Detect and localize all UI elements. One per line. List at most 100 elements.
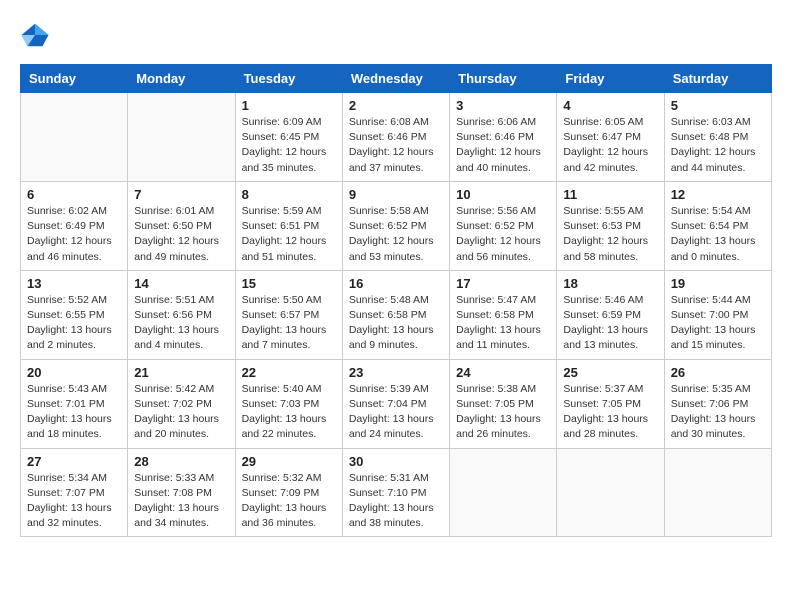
day-number: 13: [27, 276, 121, 291]
day-cell: 24 Sunrise: 5:38 AMSunset: 7:05 PMDayligh…: [450, 359, 557, 448]
day-number: 22: [242, 365, 336, 380]
day-number: 8: [242, 187, 336, 202]
logo: [20, 20, 54, 50]
day-number: 18: [563, 276, 657, 291]
day-cell: 20Sunrise: 5:43 AMSunset: 7:01 PMDayligh…: [21, 359, 128, 448]
day-number: 14: [134, 276, 228, 291]
day-cell: 19 Sunrise: 5:44 AMSunset: 7:00 PMDayligh…: [664, 270, 771, 359]
day-number: 6: [27, 187, 121, 202]
logo-icon: [20, 20, 50, 50]
day-info: Sunrise: 5:47 AMSunset: 6:58 PMDaylight:…: [456, 293, 550, 354]
day-number: 1: [242, 98, 336, 113]
day-number: 27: [27, 454, 121, 469]
day-cell: 28 Sunrise: 5:33 AMSunset: 7:08 PMDayligh…: [128, 448, 235, 537]
day-info: Sunrise: 5:46 AMSunset: 6:59 PMDaylight:…: [563, 293, 657, 354]
day-info: Sunrise: 5:59 AMSunset: 6:51 PMDaylight:…: [242, 204, 336, 265]
day-info: Sunrise: 5:33 AMSunset: 7:08 PMDaylight:…: [134, 471, 228, 532]
week-row-3: 13Sunrise: 5:52 AMSunset: 6:55 PMDayligh…: [21, 270, 772, 359]
week-row-4: 20Sunrise: 5:43 AMSunset: 7:01 PMDayligh…: [21, 359, 772, 448]
day-cell: 26 Sunrise: 5:35 AMSunset: 7:06 PMDayligh…: [664, 359, 771, 448]
day-info: Sunrise: 5:58 AMSunset: 6:52 PMDaylight:…: [349, 204, 443, 265]
day-info: Sunrise: 5:43 AMSunset: 7:01 PMDaylight:…: [27, 382, 121, 443]
day-number: 29: [242, 454, 336, 469]
day-cell: 17 Sunrise: 5:47 AMSunset: 6:58 PMDayligh…: [450, 270, 557, 359]
weekday-header-row: SundayMondayTuesdayWednesdayThursdayFrid…: [21, 65, 772, 93]
day-number: 28: [134, 454, 228, 469]
page: SundayMondayTuesdayWednesdayThursdayFrid…: [0, 0, 792, 557]
week-row-2: 6 Sunrise: 6:02 AMSunset: 6:49 PMDaylight…: [21, 181, 772, 270]
day-cell: [128, 93, 235, 182]
day-cell: 21 Sunrise: 5:42 AMSunset: 7:02 PMDayligh…: [128, 359, 235, 448]
day-cell: 29 Sunrise: 5:32 AMSunset: 7:09 PMDayligh…: [235, 448, 342, 537]
day-cell: 25 Sunrise: 5:37 AMSunset: 7:05 PMDayligh…: [557, 359, 664, 448]
day-number: 25: [563, 365, 657, 380]
day-number: 12: [671, 187, 765, 202]
day-number: 26: [671, 365, 765, 380]
day-cell: [450, 448, 557, 537]
day-cell: 16 Sunrise: 5:48 AMSunset: 6:58 PMDayligh…: [342, 270, 449, 359]
day-cell: 14Sunrise: 5:51 AMSunset: 6:56 PMDayligh…: [128, 270, 235, 359]
day-number: 30: [349, 454, 443, 469]
day-cell: 30 Sunrise: 5:31 AMSunset: 7:10 PMDayligh…: [342, 448, 449, 537]
day-info: Sunrise: 5:54 AMSunset: 6:54 PMDaylight:…: [671, 204, 765, 265]
day-cell: 11Sunrise: 5:55 AMSunset: 6:53 PMDayligh…: [557, 181, 664, 270]
day-info: Sunrise: 5:37 AMSunset: 7:05 PMDaylight:…: [563, 382, 657, 443]
day-number: 19: [671, 276, 765, 291]
day-number: 2: [349, 98, 443, 113]
day-number: 3: [456, 98, 550, 113]
weekday-header-saturday: Saturday: [664, 65, 771, 93]
weekday-header-wednesday: Wednesday: [342, 65, 449, 93]
day-number: 24: [456, 365, 550, 380]
day-info: Sunrise: 5:56 AMSunset: 6:52 PMDaylight:…: [456, 204, 550, 265]
day-cell: 12 Sunrise: 5:54 AMSunset: 6:54 PMDayligh…: [664, 181, 771, 270]
day-info: Sunrise: 6:08 AMSunset: 6:46 PMDaylight:…: [349, 115, 443, 176]
day-info: Sunrise: 5:39 AMSunset: 7:04 PMDaylight:…: [349, 382, 443, 443]
day-info: Sunrise: 5:31 AMSunset: 7:10 PMDaylight:…: [349, 471, 443, 532]
day-info: Sunrise: 6:06 AMSunset: 6:46 PMDaylight:…: [456, 115, 550, 176]
day-cell: 27 Sunrise: 5:34 AMSunset: 7:07 PMDayligh…: [21, 448, 128, 537]
day-number: 16: [349, 276, 443, 291]
day-info: Sunrise: 6:02 AMSunset: 6:49 PMDaylight:…: [27, 204, 121, 265]
weekday-header-friday: Friday: [557, 65, 664, 93]
day-info: Sunrise: 5:38 AMSunset: 7:05 PMDaylight:…: [456, 382, 550, 443]
day-cell: 7Sunrise: 6:01 AMSunset: 6:50 PMDaylight…: [128, 181, 235, 270]
day-cell: 1 Sunrise: 6:09 AMSunset: 6:45 PMDaylight…: [235, 93, 342, 182]
day-cell: 5Sunrise: 6:03 AMSunset: 6:48 PMDaylight…: [664, 93, 771, 182]
day-number: 10: [456, 187, 550, 202]
day-info: Sunrise: 5:35 AMSunset: 7:06 PMDaylight:…: [671, 382, 765, 443]
day-cell: 22 Sunrise: 5:40 AMSunset: 7:03 PMDayligh…: [235, 359, 342, 448]
week-row-5: 27 Sunrise: 5:34 AMSunset: 7:07 PMDayligh…: [21, 448, 772, 537]
header: [20, 20, 772, 50]
day-info: Sunrise: 5:34 AMSunset: 7:07 PMDaylight:…: [27, 471, 121, 532]
day-info: Sunrise: 5:50 AMSunset: 6:57 PMDaylight:…: [242, 293, 336, 354]
day-info: Sunrise: 5:42 AMSunset: 7:02 PMDaylight:…: [134, 382, 228, 443]
week-row-1: 1 Sunrise: 6:09 AMSunset: 6:45 PMDaylight…: [21, 93, 772, 182]
day-number: 5: [671, 98, 765, 113]
weekday-header-tuesday: Tuesday: [235, 65, 342, 93]
weekday-header-monday: Monday: [128, 65, 235, 93]
day-cell: 18 Sunrise: 5:46 AMSunset: 6:59 PMDayligh…: [557, 270, 664, 359]
day-cell: [21, 93, 128, 182]
day-number: 7: [134, 187, 228, 202]
calendar-table: SundayMondayTuesdayWednesdayThursdayFrid…: [20, 64, 772, 537]
day-cell: 6 Sunrise: 6:02 AMSunset: 6:49 PMDaylight…: [21, 181, 128, 270]
day-info: Sunrise: 5:48 AMSunset: 6:58 PMDaylight:…: [349, 293, 443, 354]
day-info: Sunrise: 5:44 AMSunset: 7:00 PMDaylight:…: [671, 293, 765, 354]
day-cell: 9Sunrise: 5:58 AMSunset: 6:52 PMDaylight…: [342, 181, 449, 270]
weekday-header-thursday: Thursday: [450, 65, 557, 93]
day-info: Sunrise: 5:55 AMSunset: 6:53 PMDaylight:…: [563, 204, 657, 265]
day-number: 15: [242, 276, 336, 291]
day-number: 4: [563, 98, 657, 113]
day-info: Sunrise: 5:32 AMSunset: 7:09 PMDaylight:…: [242, 471, 336, 532]
day-cell: 3 Sunrise: 6:06 AMSunset: 6:46 PMDaylight…: [450, 93, 557, 182]
day-cell: 8 Sunrise: 5:59 AMSunset: 6:51 PMDaylight…: [235, 181, 342, 270]
day-number: 21: [134, 365, 228, 380]
day-cell: 4 Sunrise: 6:05 AMSunset: 6:47 PMDaylight…: [557, 93, 664, 182]
day-info: Sunrise: 6:09 AMSunset: 6:45 PMDaylight:…: [242, 115, 336, 176]
weekday-header-sunday: Sunday: [21, 65, 128, 93]
day-info: Sunrise: 5:40 AMSunset: 7:03 PMDaylight:…: [242, 382, 336, 443]
day-cell: [664, 448, 771, 537]
day-number: 17: [456, 276, 550, 291]
day-info: Sunrise: 6:05 AMSunset: 6:47 PMDaylight:…: [563, 115, 657, 176]
day-cell: [557, 448, 664, 537]
